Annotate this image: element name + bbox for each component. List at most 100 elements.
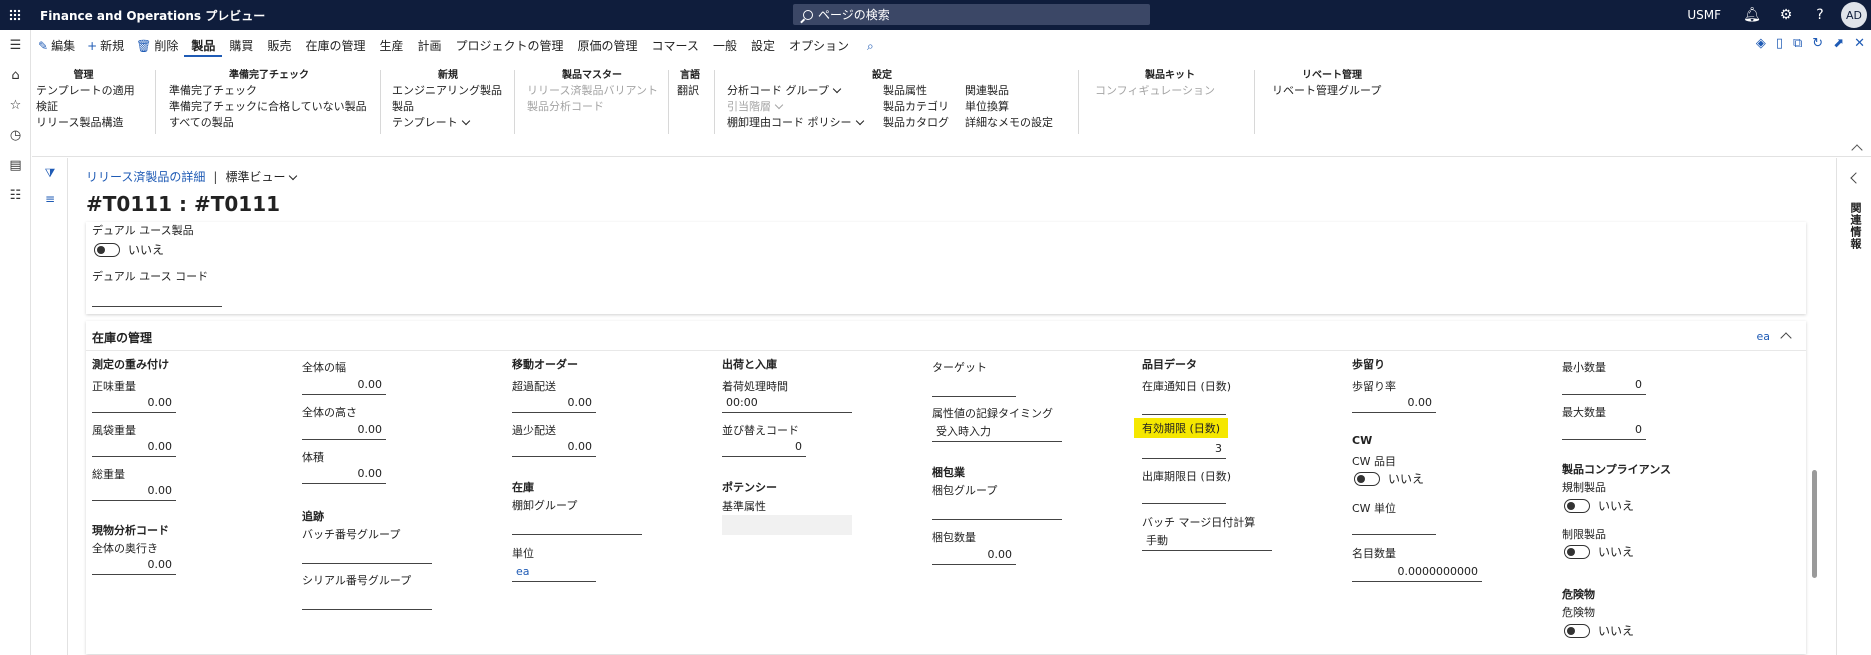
regulated-toggle[interactable]: いいえ xyxy=(1564,497,1634,514)
company-picker[interactable]: USMF xyxy=(1687,8,1721,22)
dimension-groups-menu[interactable]: 分析コード グループ xyxy=(727,82,842,98)
chevron-up-icon[interactable] xyxy=(1780,332,1792,344)
shelf-advice-input[interactable] xyxy=(1142,395,1226,415)
hamburger-icon[interactable]: ☰ xyxy=(0,30,31,60)
list-icon[interactable]: ≡ xyxy=(32,186,68,212)
height-input[interactable]: 0.00 xyxy=(302,420,386,440)
hazardous-toggle[interactable]: いいえ xyxy=(1564,622,1634,639)
release-structure-button[interactable]: リリース製品構造 xyxy=(36,114,123,130)
packing-qty-input[interactable]: 0.00 xyxy=(932,545,1016,565)
attachments-icon[interactable]: ⧉ xyxy=(1793,36,1802,51)
not-ready-products-button[interactable]: 準備完了チェックに合格していない製品 xyxy=(169,98,367,114)
validate-button[interactable]: 検証 xyxy=(36,98,58,114)
rebate-groups-button[interactable]: リベート管理グループ xyxy=(1272,82,1381,98)
dual-use-code-input[interactable] xyxy=(92,287,222,307)
vertical-scrollbar[interactable] xyxy=(1812,222,1818,654)
workspaces-icon[interactable]: ▤ xyxy=(0,150,31,180)
all-products-button[interactable]: すべての製品 xyxy=(169,114,234,130)
cw-unit-input[interactable] xyxy=(1352,515,1436,535)
depth-input[interactable]: 0.00 xyxy=(92,555,176,575)
template-menu[interactable]: テンプレート xyxy=(392,114,470,130)
best-before-input[interactable] xyxy=(1142,484,1226,504)
related-info-pane[interactable]: 関連情報 xyxy=(1836,158,1871,655)
product-dimensions-button[interactable]: 製品分析コード xyxy=(527,98,604,114)
new-button[interactable]: + 新規 xyxy=(81,35,130,57)
close-icon[interactable]: ✕ xyxy=(1854,36,1865,51)
dual-use-product-toggle[interactable]: いいえ xyxy=(94,241,164,258)
counting-group-input[interactable] xyxy=(512,515,642,535)
avatar[interactable]: AD xyxy=(1841,2,1867,28)
favorites-icon[interactable]: ☆ xyxy=(0,90,31,120)
filter-icon[interactable]: ⧩ xyxy=(32,160,68,186)
restricted-toggle[interactable]: いいえ xyxy=(1564,543,1634,560)
new-product-button[interactable]: 製品 xyxy=(392,98,414,114)
sort-code-input[interactable]: 0 xyxy=(722,437,806,457)
max-qty-input[interactable]: 0 xyxy=(1562,420,1646,440)
batch-merge-select[interactable]: 手動 xyxy=(1142,531,1272,551)
delete-button[interactable]: 🗑︎ 削除 xyxy=(130,35,184,57)
chevron-left-icon[interactable] xyxy=(1850,172,1862,184)
gross-weight-input[interactable]: 0.00 xyxy=(92,481,176,501)
tab-manage-costs[interactable]: 原価の管理 xyxy=(571,35,645,57)
engineering-product-button[interactable]: エンジニアリング製品 xyxy=(392,82,502,98)
shelf-life-input[interactable]: 3 xyxy=(1142,439,1226,459)
serial-group-input[interactable] xyxy=(302,590,432,610)
power-apps-icon[interactable]: ◈ xyxy=(1756,36,1766,51)
overdelivery-input[interactable]: 0.00 xyxy=(512,393,596,413)
tab-plan[interactable]: 計画 xyxy=(410,35,448,57)
tab-options[interactable]: オプション xyxy=(782,35,856,57)
modules-icon[interactable]: ☷ xyxy=(0,180,31,210)
counting-reason-menu[interactable]: 棚卸理由コード ポリシー xyxy=(727,114,864,130)
home-icon[interactable]: ⌂ xyxy=(0,60,31,90)
product-catalog-button[interactable]: 製品カタログ xyxy=(883,114,949,130)
min-qty-input[interactable]: 0 xyxy=(1562,375,1646,395)
unit-input[interactable]: ea xyxy=(512,562,596,582)
tab-manage-inventory[interactable]: 在庫の管理 xyxy=(298,35,372,57)
tab-purchase[interactable]: 購買 xyxy=(222,35,260,57)
notes-setup-button[interactable]: 詳細なメモの設定 xyxy=(965,114,1053,130)
attribute-timing-select[interactable]: 受入時入力 xyxy=(932,422,1062,442)
refresh-icon[interactable]: ↻ xyxy=(1812,36,1823,51)
volume-input[interactable]: 0.00 xyxy=(302,464,386,484)
reservation-hierarchy-menu[interactable]: 引当階層 xyxy=(727,98,784,114)
action-search-icon[interactable]: ⌕ xyxy=(860,35,881,57)
breadcrumb-link[interactable]: リリース済製品の詳細 xyxy=(86,168,205,185)
related-products-button[interactable]: 関連製品 xyxy=(965,82,1009,98)
cw-item-toggle[interactable]: いいえ xyxy=(1354,470,1424,487)
view-selector[interactable]: 標準ビュー xyxy=(225,168,298,185)
gear-icon[interactable]: ⚙ xyxy=(1769,0,1803,30)
collapse-action-pane-icon[interactable] xyxy=(1851,144,1863,156)
batch-group-input[interactable] xyxy=(302,544,432,564)
released-variants-button[interactable]: リリース済製品バリアント xyxy=(527,82,658,98)
configuration-button[interactable]: コンフィギュレーション xyxy=(1095,82,1215,98)
tab-sell[interactable]: 販売 xyxy=(260,35,298,57)
tare-weight-input[interactable]: 0.00 xyxy=(92,437,176,457)
tab-manage-projects[interactable]: プロジェクトの管理 xyxy=(449,35,571,57)
nominal-qty-input[interactable]: 0.0000000000 xyxy=(1352,562,1482,582)
width-input[interactable]: 0.00 xyxy=(302,375,386,395)
product-attributes-button[interactable]: 製品属性 xyxy=(883,82,927,98)
edit-button[interactable]: ✎ 編集 xyxy=(32,35,81,57)
open-new-window-icon[interactable]: ⬈ xyxy=(1833,36,1844,51)
target-input[interactable] xyxy=(932,377,1016,397)
unit-conversions-button[interactable]: 単位換算 xyxy=(965,98,1009,114)
tab-engineer[interactable]: 生産 xyxy=(372,35,410,57)
translate-button[interactable]: 翻訳 xyxy=(677,82,699,98)
scrollbar-thumb[interactable] xyxy=(1812,470,1817,578)
recent-icon[interactable]: ◷ xyxy=(0,120,31,150)
office-icon[interactable]: ▯ xyxy=(1776,36,1783,51)
bell-icon[interactable]: 🔔︎ xyxy=(1735,0,1769,30)
readiness-check-button[interactable]: 準備完了チェック xyxy=(169,82,257,98)
section-header[interactable]: 在庫の管理 ea xyxy=(86,321,1806,351)
tab-retail[interactable]: コマース xyxy=(645,35,706,57)
tab-product[interactable]: 製品 xyxy=(184,35,223,57)
help-icon[interactable]: ? xyxy=(1803,0,1837,30)
tab-setup[interactable]: 設定 xyxy=(744,35,782,57)
tab-general[interactable]: 一般 xyxy=(706,35,744,57)
apply-template-button[interactable]: テンプレートの適用 xyxy=(36,82,135,98)
arrival-time-input[interactable]: 00:00 xyxy=(722,393,852,413)
underdelivery-input[interactable]: 0.00 xyxy=(512,437,596,457)
app-launcher-icon[interactable] xyxy=(0,0,30,30)
page-search-input[interactable]: ページの検索 xyxy=(793,4,1150,25)
net-weight-input[interactable]: 0.00 xyxy=(92,393,176,413)
